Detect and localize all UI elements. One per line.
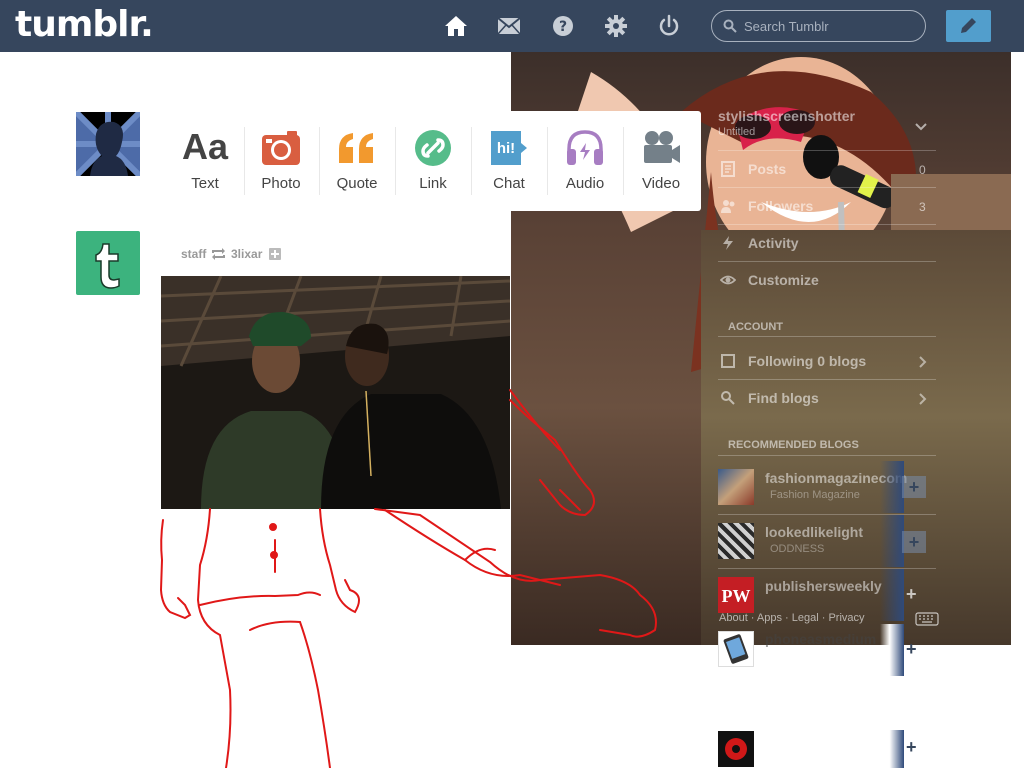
- post-type-label: Audio: [565, 175, 605, 192]
- sidebar-item-customize[interactable]: Customize: [748, 272, 819, 288]
- follow-button[interactable]: +: [902, 476, 926, 498]
- following-icon: [721, 354, 735, 368]
- recommended-blog-name[interactable]: publishersweekly: [765, 578, 882, 594]
- chevron-down-icon[interactable]: [915, 123, 927, 131]
- video-camera-icon: [644, 131, 680, 163]
- divider: [718, 455, 936, 456]
- text-icon: Aa: [181, 126, 229, 167]
- fade-overlay: [880, 461, 904, 513]
- eye-icon: [720, 275, 736, 285]
- staff-blog-avatar[interactable]: [76, 231, 140, 295]
- post-type-selector: Aa Text Photo Quote Link hi! Chat Audio …: [162, 111, 701, 211]
- post-type-link[interactable]: Link: [395, 111, 471, 211]
- headphones-icon: [567, 130, 603, 165]
- sidebar-item-posts[interactable]: Posts: [748, 161, 786, 177]
- recommended-blog-avatar[interactable]: PW: [718, 577, 754, 613]
- chevron-right-icon: [919, 393, 927, 405]
- sidebar-blog-name[interactable]: stylishscreenshotter: [718, 108, 855, 124]
- quote-icon: [339, 133, 373, 163]
- help-icon[interactable]: ?: [551, 14, 575, 38]
- post-type-label: Video: [641, 175, 681, 192]
- activity-icon: [723, 236, 733, 250]
- follow-button[interactable]: +: [906, 639, 917, 660]
- follow-button[interactable]: +: [906, 584, 917, 605]
- pw-logo: PW: [722, 586, 751, 606]
- posts-icon: [721, 161, 735, 177]
- divider: [718, 336, 936, 337]
- post-author-link[interactable]: staff: [181, 247, 206, 261]
- recommended-blog-avatar[interactable]: [718, 731, 754, 767]
- post-type-video[interactable]: Video: [623, 111, 699, 211]
- sidebar-item-activity[interactable]: Activity: [748, 235, 799, 251]
- pencil-icon: [961, 18, 976, 33]
- followers-count: 3: [919, 200, 926, 214]
- divider: [718, 150, 936, 151]
- fade-overlay: [880, 730, 904, 768]
- red-doodle-drawing: [159, 389, 657, 768]
- divider: [718, 261, 936, 262]
- tumblr-t-logo: [95, 243, 120, 289]
- fade-overlay: [880, 515, 904, 567]
- post-type-label: Quote: [336, 175, 378, 192]
- post-type-label: Text: [191, 175, 219, 192]
- reblog-icon: [212, 248, 225, 260]
- default-avatar-silhouette: [76, 112, 140, 176]
- recommended-blog-name[interactable]: phoneasmedium: [765, 631, 876, 647]
- recommended-blog-title: Fashion Magazine: [770, 489, 860, 501]
- camera-icon: [262, 131, 300, 165]
- recommended-blog-avatar[interactable]: [718, 631, 754, 667]
- post-type-label: Chat: [493, 175, 525, 192]
- footer-links[interactable]: About · Apps · Legal · Privacy: [719, 612, 865, 624]
- chevron-right-icon: [919, 356, 927, 368]
- smartphone-image: [723, 634, 749, 664]
- posts-count: 0: [919, 163, 926, 177]
- follow-button[interactable]: +: [906, 737, 917, 758]
- svg-text:PW: PW: [722, 586, 751, 606]
- link-icon: [415, 130, 451, 166]
- divider: [718, 224, 936, 225]
- user-avatar[interactable]: [76, 112, 140, 176]
- post-type-text[interactable]: Aa Text: [167, 111, 243, 211]
- post-type-label: Photo: [261, 175, 301, 192]
- recommended-blog-title: ODDNESS: [770, 543, 825, 555]
- account-section-header: ACCOUNT: [728, 321, 783, 333]
- post-type-label: Link: [419, 175, 447, 192]
- tumblr-logo[interactable]: tumblr.: [15, 4, 154, 45]
- power-icon[interactable]: [657, 14, 681, 38]
- top-navigation-bar: tumblr. ?: [0, 0, 1024, 52]
- post-type-audio[interactable]: Audio: [547, 111, 623, 211]
- inbox-icon[interactable]: [497, 14, 521, 38]
- find-blogs-icon: [721, 391, 735, 405]
- recommended-section-header: RECOMMENDED BLOGS: [728, 439, 859, 451]
- red-flower-image: [725, 738, 747, 760]
- compose-button[interactable]: [946, 10, 991, 42]
- recommended-blog-avatar[interactable]: [718, 469, 754, 505]
- svg-text:?: ?: [559, 19, 567, 35]
- fade-overlay: [880, 624, 904, 676]
- svg-text:hi!: hi!: [497, 140, 515, 157]
- chat-icon: hi!: [491, 131, 527, 165]
- reblogged-from-link[interactable]: 3lixar: [231, 247, 262, 261]
- search-icon: [723, 19, 737, 33]
- sidebar-item-find-blogs[interactable]: Find blogs: [748, 390, 819, 406]
- sidebar-item-following[interactable]: Following 0 blogs: [748, 353, 866, 369]
- sidebar-item-followers[interactable]: Followers: [748, 198, 813, 214]
- search-input[interactable]: [744, 17, 914, 35]
- post-type-photo[interactable]: Photo: [243, 111, 319, 211]
- fade-overlay: [880, 569, 904, 621]
- recommended-blog-avatar[interactable]: [718, 523, 754, 559]
- settings-icon[interactable]: [604, 14, 628, 38]
- sidebar-blog-subtitle: Untitled: [718, 126, 756, 138]
- followers-icon: [721, 200, 735, 213]
- post-type-chat[interactable]: hi! Chat: [471, 111, 547, 211]
- post-type-quote[interactable]: Quote: [319, 111, 395, 211]
- search-box[interactable]: [711, 10, 926, 42]
- divider: [718, 379, 936, 380]
- follow-plus-icon[interactable]: [269, 248, 281, 260]
- keyboard-icon[interactable]: [915, 612, 939, 626]
- recommended-blog-name[interactable]: lookedlikelight: [765, 524, 863, 540]
- home-icon[interactable]: [444, 14, 468, 38]
- divider: [718, 187, 936, 188]
- follow-button[interactable]: +: [902, 531, 926, 553]
